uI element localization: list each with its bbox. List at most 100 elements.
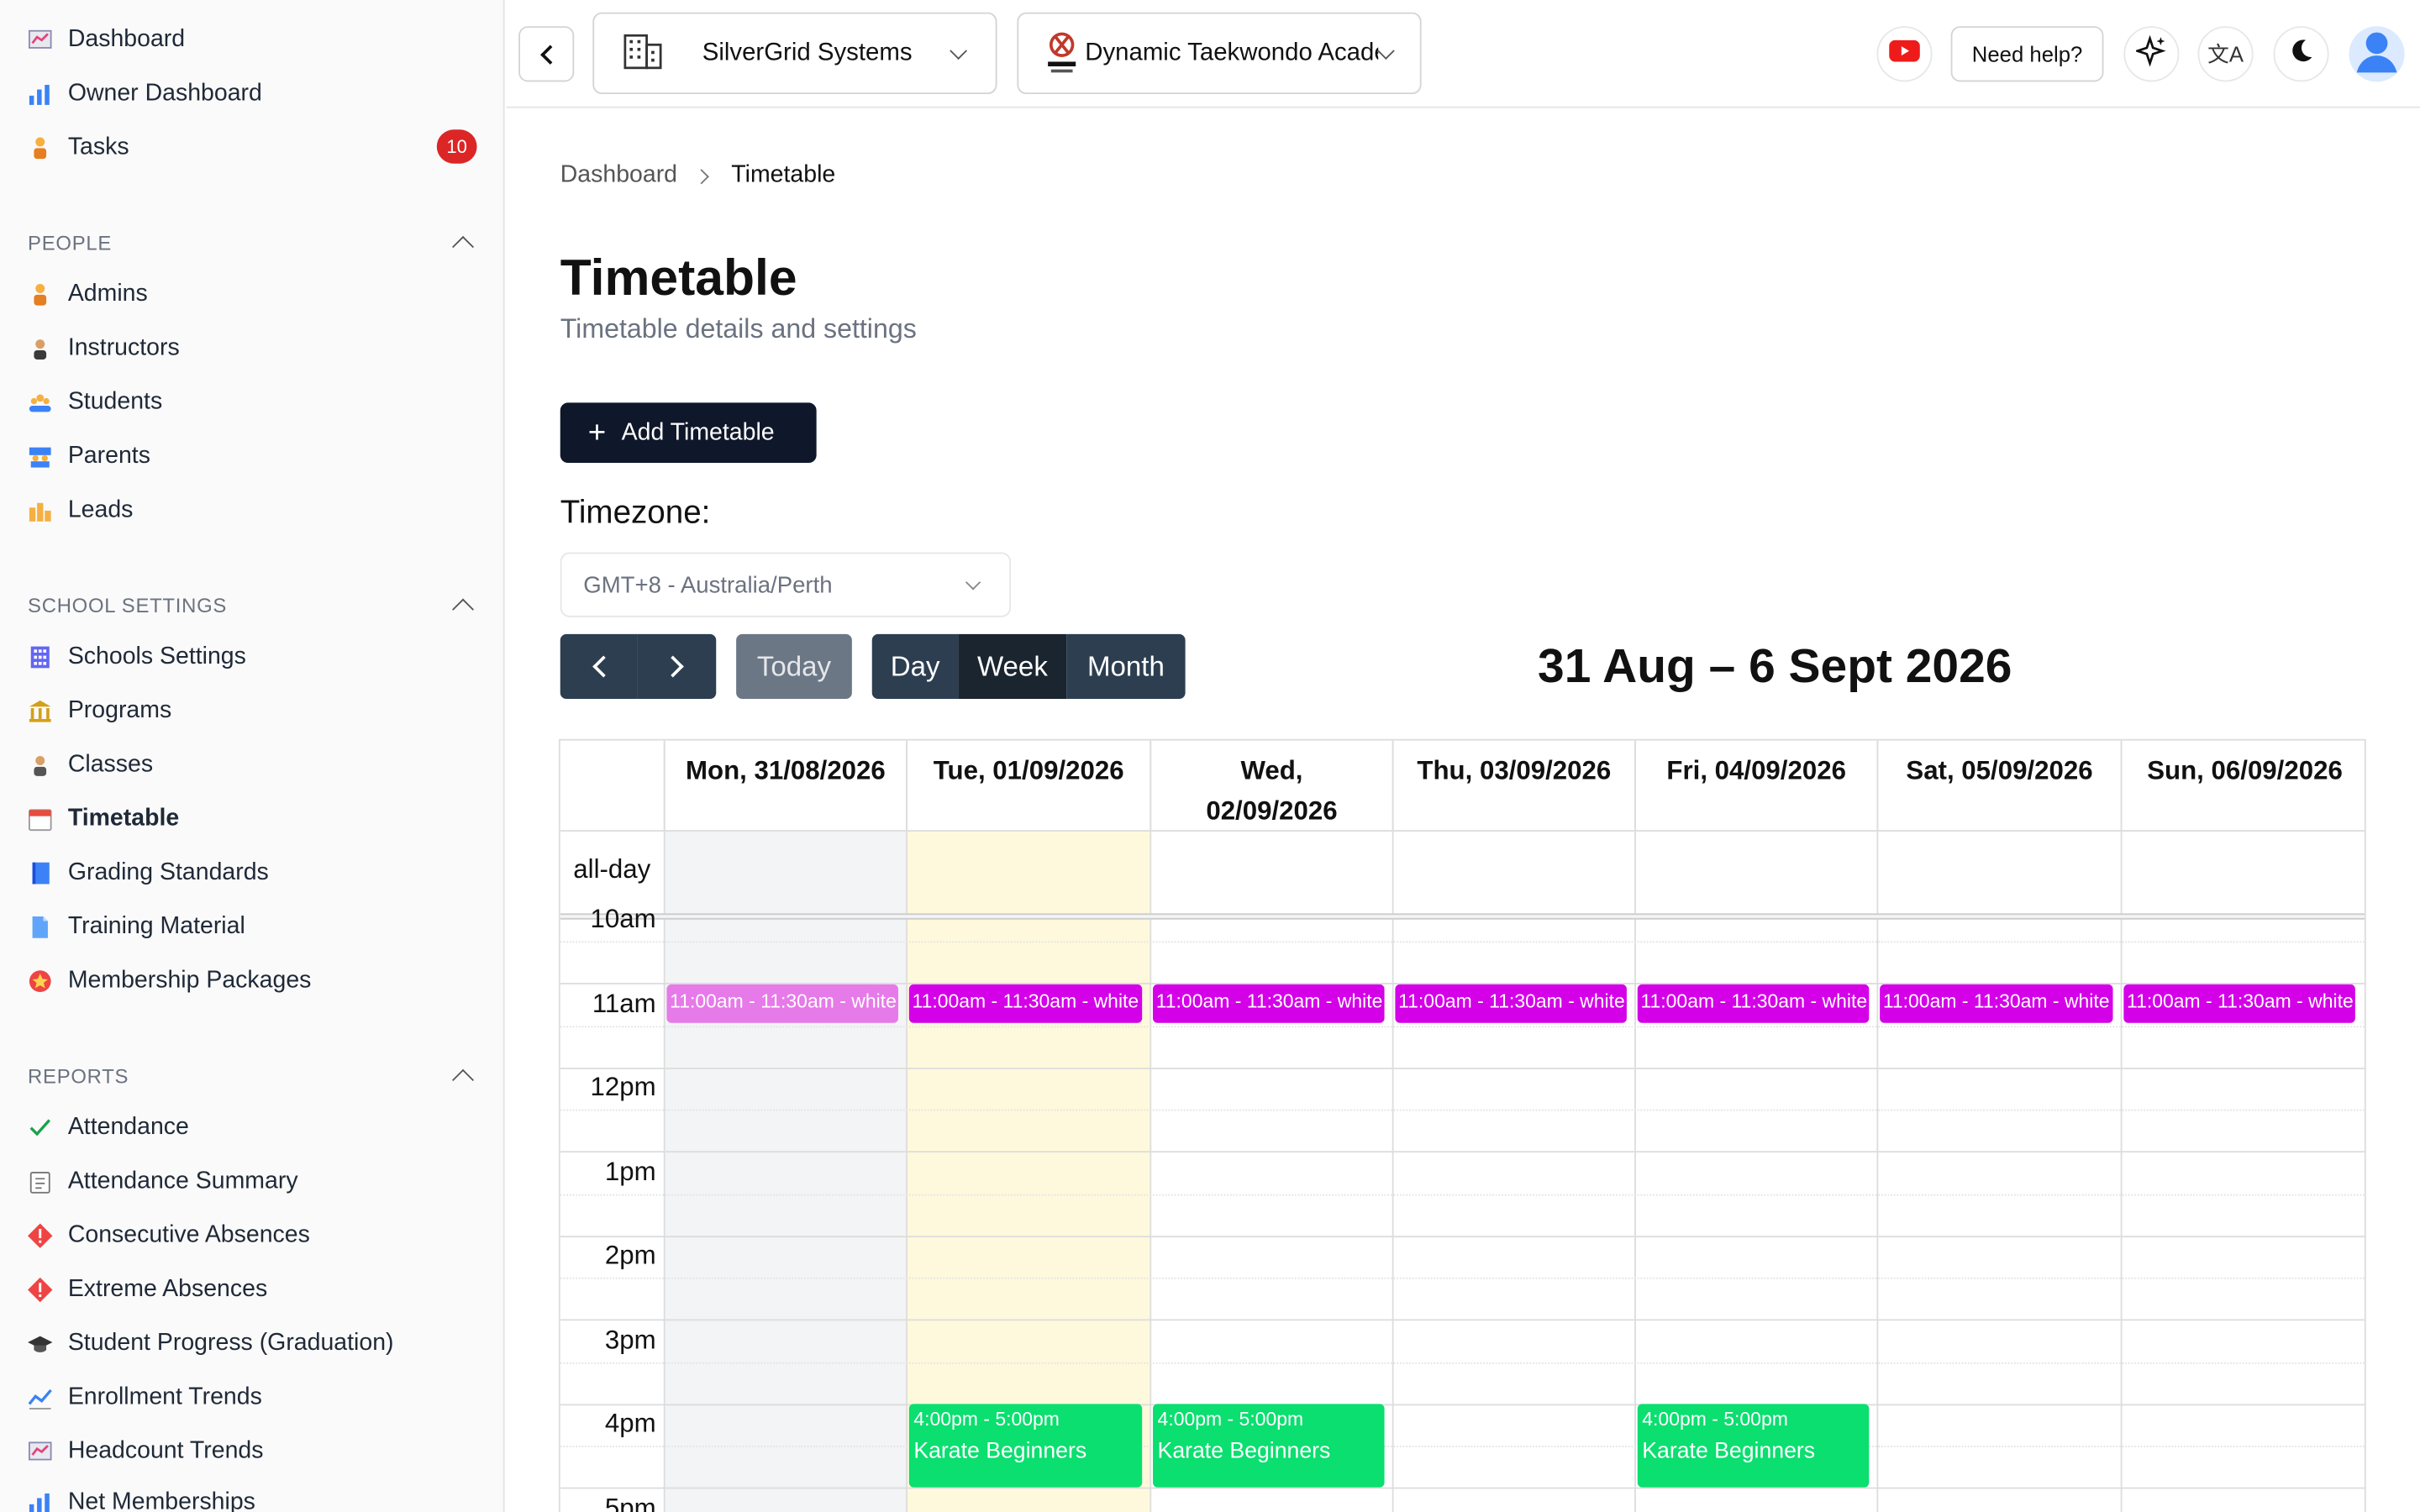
sidebar-item-membership-packages[interactable]: Membership Packages: [28, 963, 311, 1000]
grid-line: [560, 1236, 2365, 1238]
event-white-belt-mon[interactable]: 11:00am - 11:30am - white belt: [666, 984, 898, 1023]
calendar-week-grid: Mon, 31/08/2026 Tue, 01/09/2026 Wed, 02/…: [558, 738, 2366, 1512]
grid-line: [1876, 740, 1879, 1512]
chevron-left-icon: [539, 44, 560, 64]
grid-icon: [28, 645, 52, 669]
section-people-header[interactable]: PEOPLE: [28, 227, 476, 258]
day-header-sat: Sat, 05/09/2026: [1876, 740, 2120, 831]
sidebar-item-attendance[interactable]: Attendance: [28, 1110, 189, 1147]
grid-line: [560, 1026, 2365, 1028]
sidebar-item-admins[interactable]: Admins: [28, 276, 148, 313]
moon-icon: [2287, 36, 2315, 71]
sidebar-item-dashboard[interactable]: Dashboard: [28, 22, 185, 59]
grid-line: [906, 740, 908, 1512]
timezone-label: Timezone:: [560, 495, 711, 531]
chevron-left-icon: [592, 655, 614, 678]
school-select[interactable]: Dynamic Taekwondo Academy: [1017, 12, 1422, 95]
building-icon: [619, 29, 666, 77]
youtube-button[interactable]: [1876, 26, 1933, 82]
sidebar-item-tasks[interactable]: Tasks: [28, 129, 129, 166]
leads-icon: [28, 498, 52, 522]
user-avatar[interactable]: [2349, 26, 2405, 82]
event-white-belt-tue[interactable]: 11:00am - 11:30am - white belt: [908, 984, 1143, 1023]
sidebar-item-leads[interactable]: Leads: [28, 492, 133, 529]
bar-chart-icon: [28, 1490, 52, 1512]
prev-week-button[interactable]: [560, 633, 638, 700]
sidebar-item-grading-standards[interactable]: Grading Standards: [28, 855, 269, 892]
sidebar-item-headcount-trends[interactable]: Headcount Trends: [28, 1433, 263, 1470]
check-icon: [28, 1116, 52, 1140]
event-karate-beginners-wed[interactable]: 4:00pm - 5:00pm Karate Beginners: [1153, 1404, 1385, 1488]
organization-select[interactable]: SilverGrid Systems: [592, 12, 997, 95]
sidebar-item-timetable[interactable]: Timetable: [28, 801, 179, 837]
parents-icon: [28, 444, 52, 469]
allday-label: all-day: [573, 854, 651, 885]
sidebar-item-schools-settings[interactable]: Schools Settings: [28, 638, 246, 675]
bar-chart-icon: [28, 81, 52, 106]
sidebar-item-classes[interactable]: Classes: [28, 747, 153, 784]
today-button[interactable]: Today: [736, 633, 852, 700]
sidebar: Dashboard Owner Dashboard Tasks 10 PEOPL…: [0, 0, 505, 1512]
timezone-select[interactable]: GMT+8 - Australia/Perth: [560, 552, 1012, 617]
sidebar-item-extreme-absences[interactable]: Extreme Absences: [28, 1271, 267, 1308]
sidebar-item-parents[interactable]: Parents: [28, 438, 150, 475]
day-header-fri: Fri, 04/09/2026: [1634, 740, 1876, 831]
school-name: Dynamic Taekwondo Academy: [1085, 39, 1378, 66]
event-white-belt-sun[interactable]: 11:00am - 11:30am - white belt: [2123, 984, 2355, 1023]
grid-line: [560, 1362, 2365, 1364]
calendar-range-title: 31 Aug – 6 Sept 2026: [1538, 638, 2012, 693]
sidebar-item-attendance-summary[interactable]: Attendance Summary: [28, 1163, 298, 1200]
trend-icon: [28, 1385, 52, 1410]
section-reports-header[interactable]: REPORTS: [28, 1060, 476, 1091]
chevron-up-icon: [452, 597, 475, 620]
event-white-belt-sat[interactable]: 11:00am - 11:30am - white belt: [1880, 984, 2113, 1023]
section-school-settings-header[interactable]: SCHOOL SETTINGS: [28, 590, 476, 621]
need-help-button[interactable]: Need help?: [1950, 26, 2104, 82]
next-week-button[interactable]: [637, 633, 717, 700]
sidebar-item-instructors[interactable]: Instructors: [28, 330, 180, 367]
event-white-belt-fri[interactable]: 11:00am - 11:30am - white belt: [1637, 984, 1870, 1023]
event-karate-beginners-fri[interactable]: 4:00pm - 5:00pm Karate Beginners: [1637, 1404, 1870, 1488]
day-header-tue: Tue, 01/09/2026: [906, 740, 1150, 831]
event-karate-beginners-tue[interactable]: 4:00pm - 5:00pm Karate Beginners: [908, 1404, 1143, 1488]
breadcrumb-current: Timetable: [731, 161, 836, 189]
breadcrumb-dashboard[interactable]: Dashboard: [560, 162, 677, 190]
dark-mode-toggle[interactable]: [2273, 26, 2329, 82]
sidebar-item-enrollment-trends[interactable]: Enrollment Trends: [28, 1379, 262, 1416]
time-label-10am: 10am: [590, 904, 656, 934]
sidebar-item-student-progress[interactable]: Student Progress (Graduation): [28, 1326, 394, 1362]
document-icon: [28, 915, 52, 939]
grid-line: [560, 1151, 2365, 1153]
collapse-sidebar-button[interactable]: [518, 26, 575, 82]
plus-icon: +: [587, 416, 607, 450]
page-subtitle: Timetable details and settings: [560, 312, 917, 344]
view-week-button[interactable]: Week: [958, 633, 1067, 700]
sidebar-item-net-memberships[interactable]: Net Memberships: [28, 1484, 255, 1512]
sparkle-icon: [2133, 34, 2167, 73]
sidebar-item-programs[interactable]: Programs: [28, 693, 171, 730]
sidebar-item-students[interactable]: Students: [28, 384, 162, 421]
translate-button[interactable]: 文A: [2197, 26, 2254, 82]
sidebar-item-training-material[interactable]: Training Material: [28, 909, 245, 946]
view-day-button[interactable]: Day: [871, 633, 959, 700]
school-logo: [1044, 30, 1081, 76]
sidebar-item-owner-dashboard[interactable]: Owner Dashboard: [28, 76, 262, 113]
page-title: Timetable: [560, 248, 797, 306]
day-header-wed: Wed, 02/09/2026: [1150, 740, 1392, 831]
time-label-3pm: 3pm: [604, 1325, 656, 1355]
ai-sparkle-button[interactable]: [2123, 26, 2180, 82]
grid-line: [2120, 740, 2123, 1512]
view-month-button[interactable]: Month: [1066, 633, 1186, 700]
graduation-cap-icon: [28, 1331, 53, 1356]
sidebar-item-consecutive-absences[interactable]: Consecutive Absences: [28, 1217, 310, 1254]
time-label-2pm: 2pm: [604, 1240, 656, 1270]
star-badge-icon: [28, 969, 52, 993]
time-label-4pm: 4pm: [604, 1408, 656, 1438]
add-timetable-button[interactable]: + Add Timetable: [560, 402, 817, 464]
past-day-column: [663, 830, 907, 1512]
grid-line: [560, 1068, 2365, 1069]
event-white-belt-wed[interactable]: 11:00am - 11:30am - white belt: [1153, 984, 1385, 1023]
event-white-belt-thu[interactable]: 11:00am - 11:30am - white belt: [1395, 984, 1627, 1023]
allday-divider: [560, 913, 2365, 920]
grid-line: [1634, 740, 1636, 1512]
